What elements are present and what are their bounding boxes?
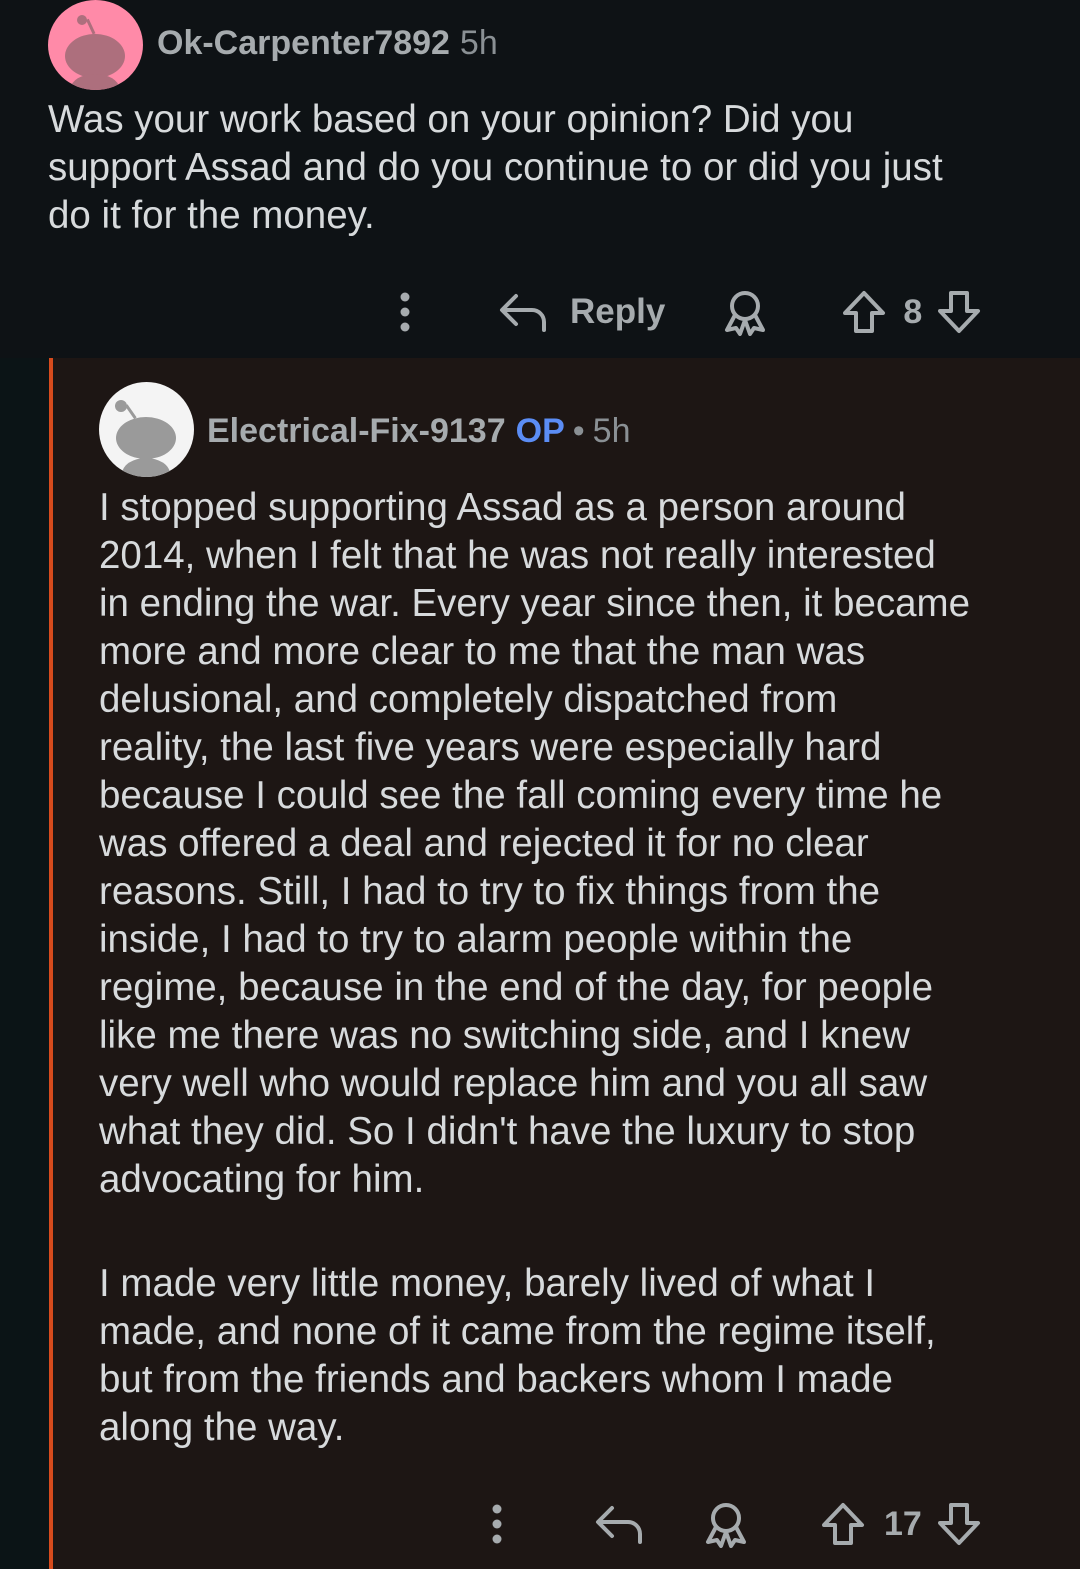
snoo-avatar-icon <box>115 400 176 477</box>
username[interactable]: Ok-Carpenter7892 <box>157 24 450 62</box>
upvote-icon[interactable] <box>841 289 887 335</box>
upvote-icon[interactable] <box>820 1501 866 1547</box>
username[interactable]: Electrical-Fix-9137 <box>207 412 506 450</box>
downvote-icon[interactable] <box>936 1501 982 1547</box>
reply-button[interactable]: Reply <box>498 290 665 334</box>
parent-comment: Ok-Carpenter7892 5h Was your work based o… <box>0 0 1080 358</box>
comment-actions: Reply 8 <box>388 288 982 336</box>
avatar[interactable] <box>48 0 143 90</box>
reply-arrow-icon[interactable] <box>594 1502 644 1546</box>
separator: • <box>572 412 585 450</box>
vote-control: 17 <box>820 1501 982 1547</box>
comment-body: I stopped supporting Assad as a person a… <box>99 486 971 1201</box>
op-badge: OP <box>515 412 565 450</box>
timestamp: 5h <box>459 24 498 62</box>
reply-arrow-icon <box>500 294 546 332</box>
vote-count: 8 <box>903 292 923 331</box>
vote-count: 17 <box>884 1504 922 1543</box>
downvote-icon[interactable] <box>936 289 982 335</box>
more-icon[interactable] <box>480 1502 514 1546</box>
reply-label: Reply <box>570 292 666 331</box>
comment-body-paragraph-2: I made very little money, barely lived o… <box>99 1262 936 1449</box>
comment-meta: Ok-Carpenter7892 5h <box>157 24 498 63</box>
comment-actions: 17 <box>480 1500 982 1548</box>
snoo-avatar-icon <box>65 15 125 90</box>
avatar[interactable] <box>99 382 194 477</box>
comment-meta: Electrical-Fix-9137 OP • 5h <box>207 412 630 451</box>
thread-line[interactable] <box>49 358 53 1569</box>
more-icon[interactable] <box>388 290 422 334</box>
comment-body: Was your work based on your opinion? Did… <box>48 98 943 237</box>
vote-control: 8 <box>841 289 982 335</box>
timestamp: 5h <box>592 412 631 450</box>
award-icon[interactable] <box>721 288 769 336</box>
award-icon[interactable] <box>702 1500 750 1548</box>
